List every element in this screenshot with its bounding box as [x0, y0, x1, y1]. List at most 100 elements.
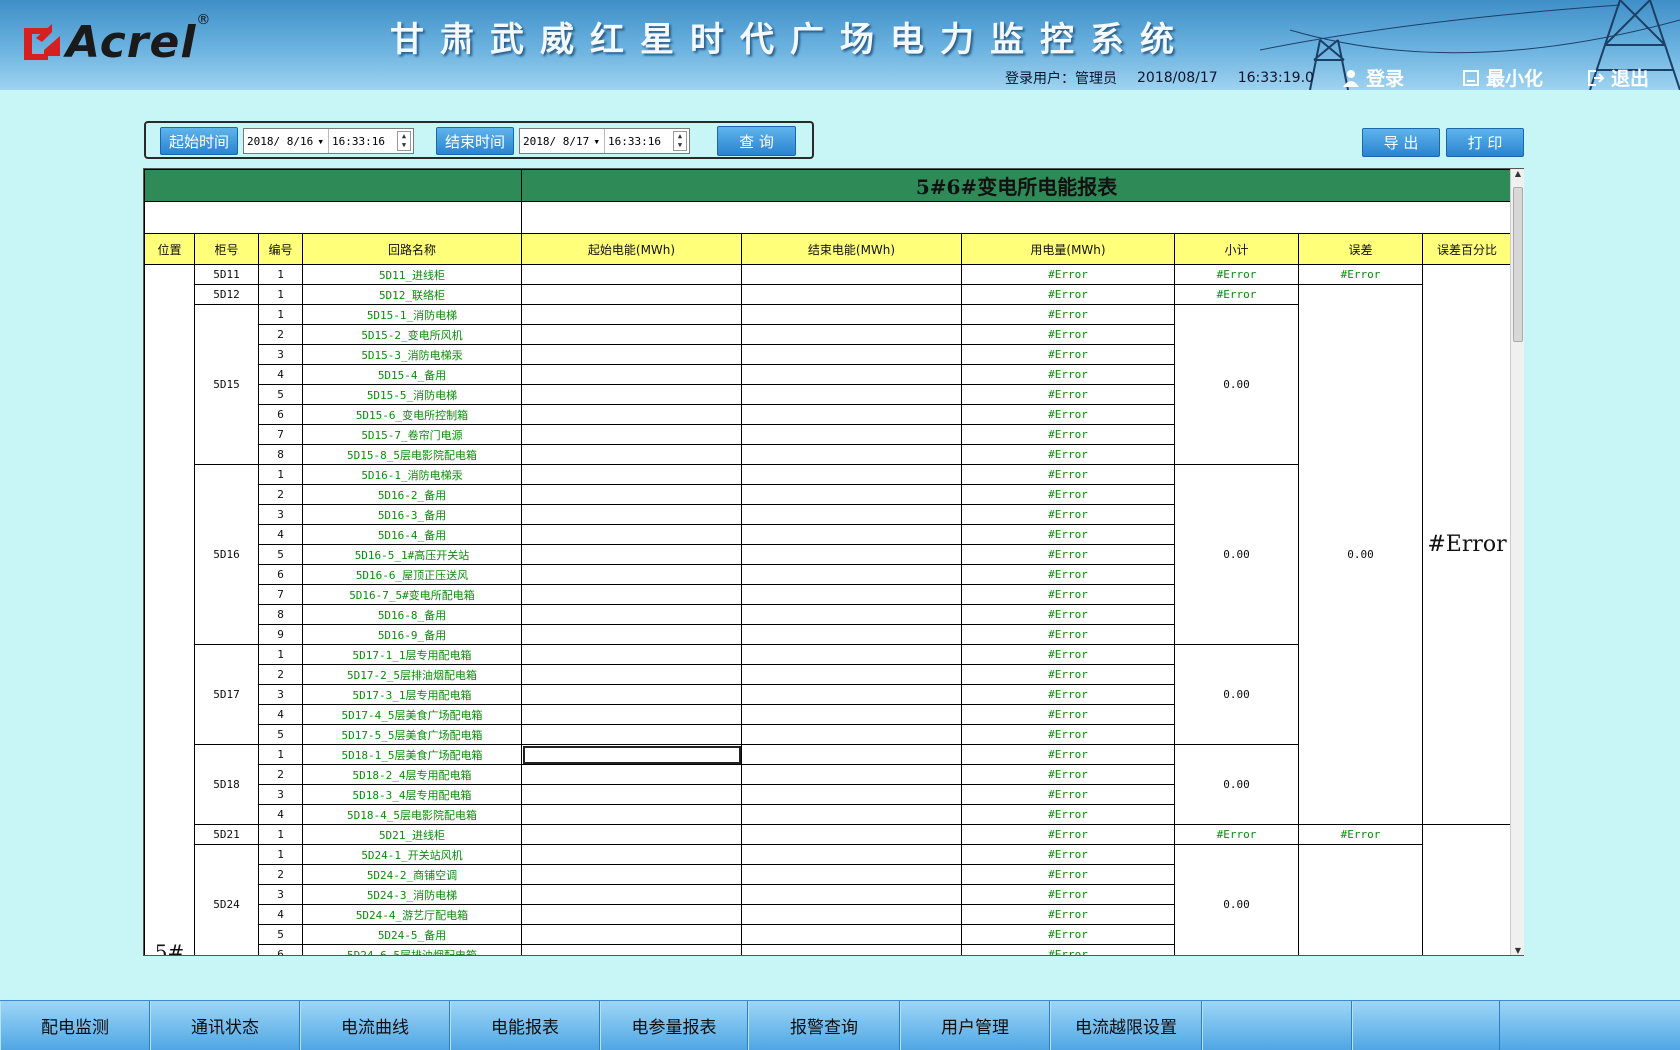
- consumption-cell: #Error: [961, 884, 1175, 905]
- end-energy-cell[interactable]: [741, 584, 962, 605]
- end-energy-cell[interactable]: [741, 264, 962, 285]
- start-energy-cell[interactable]: [521, 524, 742, 545]
- start-energy-cell[interactable]: [521, 684, 742, 705]
- nav-item[interactable]: 电能报表: [450, 1001, 600, 1050]
- end-energy-cell[interactable]: [741, 904, 962, 925]
- end-time-field[interactable]: 16:33:16 ▲ ▼: [605, 129, 689, 153]
- start-energy-cell[interactable]: [521, 624, 742, 645]
- end-energy-cell[interactable]: [741, 344, 962, 365]
- start-energy-cell[interactable]: [521, 844, 742, 865]
- end-energy-cell[interactable]: [741, 844, 962, 865]
- end-energy-cell[interactable]: [741, 324, 962, 345]
- start-energy-cell[interactable]: [521, 544, 742, 565]
- end-energy-cell[interactable]: [741, 424, 962, 445]
- end-energy-cell[interactable]: [741, 784, 962, 805]
- start-energy-cell[interactable]: [521, 764, 742, 785]
- end-energy-cell[interactable]: [741, 604, 962, 625]
- circuit-name: 5D15-7_卷帘门电源: [302, 424, 522, 445]
- end-energy-cell[interactable]: [741, 724, 962, 745]
- start-energy-cell[interactable]: [521, 464, 742, 485]
- start-energy-cell[interactable]: [521, 944, 742, 955]
- nav-item[interactable]: 通讯状态: [150, 1001, 300, 1050]
- end-energy-cell[interactable]: [741, 304, 962, 325]
- end-date-field[interactable]: 2018/ 8/17 ▾: [520, 129, 605, 153]
- nav-item[interactable]: 电流曲线: [300, 1001, 450, 1050]
- scroll-down-icon[interactable]: ▼: [1511, 946, 1525, 955]
- start-energy-cell[interactable]: [521, 404, 742, 425]
- start-energy-cell[interactable]: [521, 484, 742, 505]
- end-energy-cell[interactable]: [741, 384, 962, 405]
- start-energy-cell[interactable]: [521, 504, 742, 525]
- dropdown-arrow-icon[interactable]: ▾: [593, 135, 600, 148]
- start-energy-cell[interactable]: [521, 644, 742, 665]
- start-energy-cell[interactable]: [521, 424, 742, 445]
- login-button[interactable]: 登录: [1342, 64, 1404, 90]
- start-energy-cell[interactable]: [521, 824, 742, 845]
- start-energy-cell[interactable]: [521, 904, 742, 925]
- export-button[interactable]: 导 出: [1362, 128, 1440, 157]
- start-energy-cell[interactable]: [521, 604, 742, 625]
- start-energy-cell[interactable]: [521, 324, 742, 345]
- start-energy-cell[interactable]: [521, 864, 742, 885]
- start-date-field[interactable]: 2018/ 8/16 ▾: [244, 129, 329, 153]
- end-energy-cell[interactable]: [741, 944, 962, 955]
- start-energy-cell[interactable]: [521, 264, 742, 285]
- query-button[interactable]: 查 询: [717, 126, 796, 156]
- end-energy-cell[interactable]: [741, 624, 962, 645]
- end-energy-cell[interactable]: [741, 864, 962, 885]
- nav-item[interactable]: 配电监测: [0, 1001, 150, 1050]
- end-energy-cell[interactable]: [741, 404, 962, 425]
- end-energy-cell[interactable]: [741, 444, 962, 465]
- end-datetime-picker[interactable]: 2018/ 8/17 ▾ 16:33:16 ▲ ▼: [519, 128, 690, 154]
- minimize-button[interactable]: 最小化: [1462, 64, 1543, 90]
- start-energy-cell[interactable]: [521, 804, 742, 825]
- end-energy-cell[interactable]: [741, 644, 962, 665]
- nav-item[interactable]: 用户管理: [900, 1001, 1050, 1050]
- end-energy-cell[interactable]: [741, 924, 962, 945]
- end-energy-cell[interactable]: [741, 804, 962, 825]
- start-energy-cell[interactable]: [521, 344, 742, 365]
- scroll-thumb[interactable]: [1513, 187, 1523, 342]
- nav-item[interactable]: 电流越限设置: [1050, 1001, 1202, 1050]
- end-energy-cell[interactable]: [741, 284, 962, 305]
- nav-item[interactable]: 电参量报表: [600, 1001, 748, 1050]
- start-energy-cell[interactable]: [521, 924, 742, 945]
- end-energy-cell[interactable]: [741, 524, 962, 545]
- dropdown-arrow-icon[interactable]: ▾: [317, 135, 324, 148]
- start-energy-cell[interactable]: [521, 304, 742, 325]
- end-energy-cell[interactable]: [741, 884, 962, 905]
- start-energy-cell[interactable]: [521, 744, 742, 765]
- end-energy-cell[interactable]: [741, 484, 962, 505]
- end-energy-cell[interactable]: [741, 544, 962, 565]
- end-energy-cell[interactable]: [741, 704, 962, 725]
- start-energy-cell[interactable]: [521, 664, 742, 685]
- end-energy-cell[interactable]: [741, 684, 962, 705]
- nav-item[interactable]: 报警查询: [748, 1001, 900, 1050]
- start-energy-cell[interactable]: [521, 584, 742, 605]
- time-spinner[interactable]: ▲ ▼: [397, 131, 411, 151]
- end-energy-cell[interactable]: [741, 744, 962, 765]
- start-energy-cell[interactable]: [521, 784, 742, 805]
- end-energy-cell[interactable]: [741, 664, 962, 685]
- start-energy-cell[interactable]: [521, 564, 742, 585]
- end-energy-cell[interactable]: [741, 764, 962, 785]
- start-time-field[interactable]: 16:33:16 ▲ ▼: [329, 129, 413, 153]
- end-energy-cell[interactable]: [741, 824, 962, 845]
- start-energy-cell[interactable]: [521, 284, 742, 305]
- start-datetime-picker[interactable]: 2018/ 8/16 ▾ 16:33:16 ▲ ▼: [243, 128, 414, 154]
- start-energy-cell[interactable]: [521, 704, 742, 725]
- print-button[interactable]: 打 印: [1446, 128, 1524, 157]
- exit-button[interactable]: 退出: [1587, 64, 1649, 90]
- start-energy-cell[interactable]: [521, 724, 742, 745]
- start-energy-cell[interactable]: [521, 364, 742, 385]
- end-energy-cell[interactable]: [741, 564, 962, 585]
- start-energy-cell[interactable]: [521, 884, 742, 905]
- end-energy-cell[interactable]: [741, 364, 962, 385]
- vertical-scrollbar[interactable]: ▲ ▼: [1510, 169, 1524, 955]
- time-spinner[interactable]: ▲ ▼: [673, 131, 687, 151]
- scroll-up-icon[interactable]: ▲: [1511, 169, 1525, 178]
- start-energy-cell[interactable]: [521, 384, 742, 405]
- start-energy-cell[interactable]: [521, 444, 742, 465]
- end-energy-cell[interactable]: [741, 504, 962, 525]
- end-energy-cell[interactable]: [741, 464, 962, 485]
